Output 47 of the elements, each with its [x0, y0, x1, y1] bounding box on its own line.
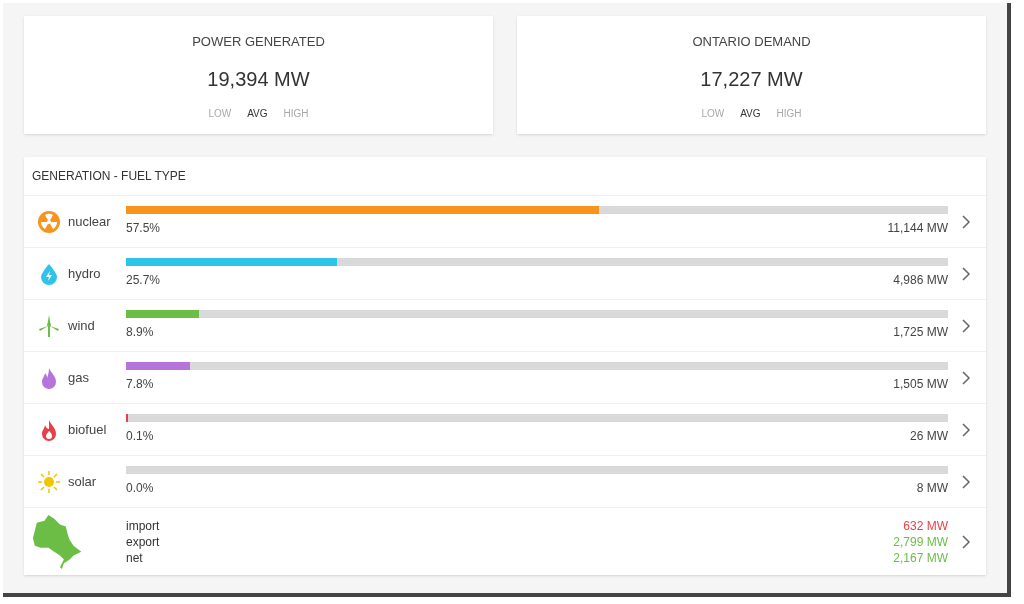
fuel-row[interactable]: gas 7.8% 1,505 MW: [24, 352, 986, 404]
chevron-right-icon[interactable]: [960, 265, 972, 282]
fuel-output: 26 MW: [910, 428, 948, 445]
mode-toggle[interactable]: AVG: [740, 105, 761, 121]
fuel-row[interactable]: wind 8.9% 1,725 MW: [24, 300, 986, 352]
chevron-right-icon[interactable]: [960, 369, 972, 386]
fuel-percent: 0.0%: [126, 480, 154, 497]
trade-label: net: [126, 549, 144, 566]
chevron-right-icon[interactable]: [960, 533, 972, 550]
fuel-percent: 57.5%: [126, 220, 161, 237]
fuel-name: nuclear: [67, 212, 112, 231]
fuel-name: hydro: [67, 264, 102, 283]
fuel-row[interactable]: solar 0.0% 8 MW: [24, 456, 986, 508]
chevron-right-icon[interactable]: [960, 421, 972, 438]
fuel-percent: 0.1%: [126, 428, 154, 445]
fuel-percent: 7.8%: [126, 376, 154, 393]
fuel-row[interactable]: biofuel 0.1% 26 MW: [24, 404, 986, 456]
fuel-output: 11,144 MW: [887, 220, 948, 237]
fuel-percent: 25.7%: [126, 272, 161, 289]
card-title: POWER GENERATED: [192, 33, 325, 51]
fuel-row[interactable]: hydro 25.7% 4,986 MW: [24, 248, 986, 300]
trade-row[interactable]: import export net 632 MW 2,799 MW 2,167 MW: [24, 508, 986, 575]
fuel-name: solar: [67, 472, 98, 491]
panel-title: GENERATION - FUEL TYPE: [24, 157, 986, 196]
card-title: ONTARIO DEMAND: [692, 33, 811, 51]
fuel-output: 1,725 MW: [893, 324, 948, 341]
fuel-name: gas: [67, 368, 90, 387]
sun-icon: [36, 469, 61, 494]
fuel-output: 8 MW: [916, 480, 948, 497]
card-value: 19,394 MW: [207, 66, 310, 92]
card-value: 17,227 MW: [700, 66, 803, 92]
trade-label: import: [126, 517, 160, 534]
fuel-name: biofuel: [67, 420, 108, 439]
fuel-percent: 8.9%: [126, 324, 154, 341]
chevron-right-icon[interactable]: [960, 473, 972, 490]
radiation-icon: [36, 209, 61, 234]
mode-toggle[interactable]: AVG: [247, 105, 268, 121]
trade-value: 632 MW: [903, 517, 948, 534]
chevron-right-icon[interactable]: [960, 213, 972, 230]
trade-label: export: [126, 533, 160, 550]
fuel-name: wind: [67, 316, 96, 335]
trade-value: 2,167 MW: [893, 549, 948, 566]
fuel-output: 1,505 MW: [893, 376, 948, 393]
fuel-row[interactable]: nuclear 57.5% 11,144 MW: [24, 196, 986, 248]
chevron-right-icon[interactable]: [960, 317, 972, 334]
fuel-output: 4,986 MW: [893, 272, 948, 289]
trade-value: 2,799 MW: [893, 533, 948, 550]
